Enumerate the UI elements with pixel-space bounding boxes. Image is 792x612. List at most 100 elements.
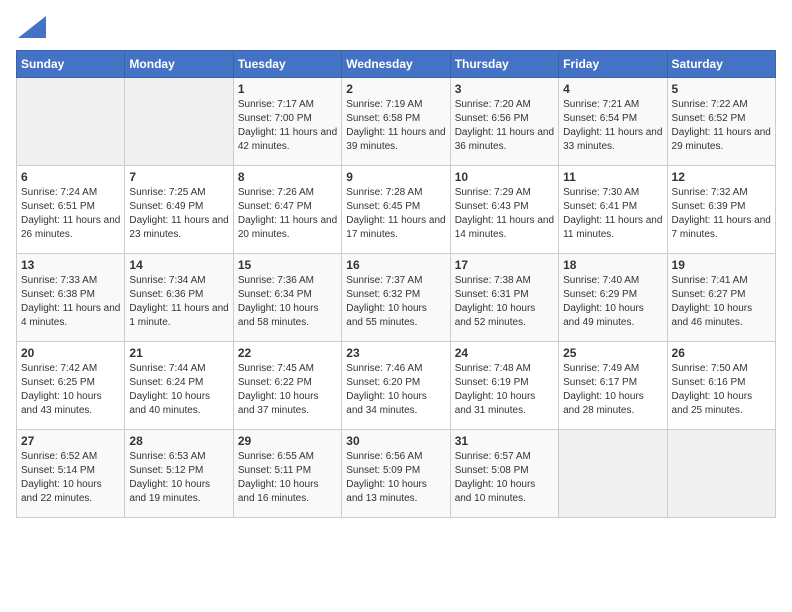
day-detail: Sunrise: 7:42 AMSunset: 6:25 PMDaylight:… <box>21 362 120 418</box>
day-detail: Sunrise: 7:40 AMSunset: 6:29 PMDaylight:… <box>563 274 662 330</box>
weekday-header-friday: Friday <box>559 51 667 78</box>
day-number: 27 <box>21 434 120 448</box>
calendar-cell: 25 Sunrise: 7:49 AMSunset: 6:17 PMDayligh… <box>559 342 667 430</box>
day-number: 4 <box>563 82 662 96</box>
day-detail: Sunrise: 7:28 AMSunset: 6:45 PMDaylight:… <box>346 186 445 242</box>
calendar-cell: 17 Sunrise: 7:38 AMSunset: 6:31 PMDayligh… <box>450 254 558 342</box>
day-detail: Sunrise: 7:41 AMSunset: 6:27 PMDaylight:… <box>672 274 771 330</box>
weekday-header-saturday: Saturday <box>667 51 775 78</box>
day-number: 7 <box>129 170 228 184</box>
day-number: 10 <box>455 170 554 184</box>
day-number: 11 <box>563 170 662 184</box>
calendar-cell: 5 Sunrise: 7:22 AMSunset: 6:52 PMDaylight… <box>667 78 775 166</box>
calendar-cell: 21 Sunrise: 7:44 AMSunset: 6:24 PMDayligh… <box>125 342 233 430</box>
day-detail: Sunrise: 7:33 AMSunset: 6:38 PMDaylight:… <box>21 274 120 330</box>
day-number: 13 <box>21 258 120 272</box>
day-number: 31 <box>455 434 554 448</box>
day-detail: Sunrise: 7:49 AMSunset: 6:17 PMDaylight:… <box>563 362 662 418</box>
day-number: 6 <box>21 170 120 184</box>
calendar-cell <box>125 78 233 166</box>
day-detail: Sunrise: 7:45 AMSunset: 6:22 PMDaylight:… <box>238 362 337 418</box>
calendar-cell: 31 Sunrise: 6:57 AMSunset: 5:08 PMDayligh… <box>450 430 558 518</box>
day-number: 3 <box>455 82 554 96</box>
calendar-week-4: 27 Sunrise: 6:52 AMSunset: 5:14 PMDayligh… <box>17 430 776 518</box>
day-detail: Sunrise: 7:34 AMSunset: 6:36 PMDaylight:… <box>129 274 228 330</box>
day-number: 12 <box>672 170 771 184</box>
day-detail: Sunrise: 7:24 AMSunset: 6:51 PMDaylight:… <box>21 186 120 242</box>
day-detail: Sunrise: 7:38 AMSunset: 6:31 PMDaylight:… <box>455 274 554 330</box>
calendar-cell: 8 Sunrise: 7:26 AMSunset: 6:47 PMDaylight… <box>233 166 341 254</box>
day-detail: Sunrise: 7:46 AMSunset: 6:20 PMDaylight:… <box>346 362 445 418</box>
day-detail: Sunrise: 7:19 AMSunset: 6:58 PMDaylight:… <box>346 98 445 154</box>
day-number: 8 <box>238 170 337 184</box>
calendar-cell: 13 Sunrise: 7:33 AMSunset: 6:38 PMDayligh… <box>17 254 125 342</box>
day-number: 24 <box>455 346 554 360</box>
calendar-cell: 28Sunrise: 6:53 AMSunset: 5:12 PMDayligh… <box>125 430 233 518</box>
day-detail: Sunrise: 6:53 AMSunset: 5:12 PMDaylight:… <box>129 450 228 506</box>
calendar-cell: 7 Sunrise: 7:25 AMSunset: 6:49 PMDaylight… <box>125 166 233 254</box>
calendar-cell: 27 Sunrise: 6:52 AMSunset: 5:14 PMDayligh… <box>17 430 125 518</box>
day-number: 26 <box>672 346 771 360</box>
calendar-cell: 12 Sunrise: 7:32 AMSunset: 6:39 PMDayligh… <box>667 166 775 254</box>
day-detail: Sunrise: 6:57 AMSunset: 5:08 PMDaylight:… <box>455 450 554 506</box>
calendar-cell: 26 Sunrise: 7:50 AMSunset: 6:16 PMDayligh… <box>667 342 775 430</box>
day-number: 30 <box>346 434 445 448</box>
day-number: 19 <box>672 258 771 272</box>
calendar-week-2: 13 Sunrise: 7:33 AMSunset: 6:38 PMDayligh… <box>17 254 776 342</box>
day-number: 25 <box>563 346 662 360</box>
calendar-cell: 3Sunrise: 7:20 AMSunset: 6:56 PMDaylight… <box>450 78 558 166</box>
calendar-cell: 18 Sunrise: 7:40 AMSunset: 6:29 PMDayligh… <box>559 254 667 342</box>
calendar-week-3: 20 Sunrise: 7:42 AMSunset: 6:25 PMDayligh… <box>17 342 776 430</box>
calendar-cell: 24 Sunrise: 7:48 AMSunset: 6:19 PMDayligh… <box>450 342 558 430</box>
calendar-cell: 16 Sunrise: 7:37 AMSunset: 6:32 PMDayligh… <box>342 254 450 342</box>
day-number: 18 <box>563 258 662 272</box>
day-detail: Sunrise: 6:52 AMSunset: 5:14 PMDaylight:… <box>21 450 120 506</box>
calendar-cell: 29Sunrise: 6:55 AMSunset: 5:11 PMDayligh… <box>233 430 341 518</box>
calendar-cell <box>17 78 125 166</box>
day-detail: Sunrise: 7:26 AMSunset: 6:47 PMDaylight:… <box>238 186 337 242</box>
calendar-header: SundayMondayTuesdayWednesdayThursdayFrid… <box>17 51 776 78</box>
weekday-header-wednesday: Wednesday <box>342 51 450 78</box>
day-detail: Sunrise: 7:37 AMSunset: 6:32 PMDaylight:… <box>346 274 445 330</box>
calendar-cell: 23Sunrise: 7:46 AMSunset: 6:20 PMDayligh… <box>342 342 450 430</box>
logo <box>16 16 46 38</box>
weekday-header-monday: Monday <box>125 51 233 78</box>
day-number: 17 <box>455 258 554 272</box>
day-number: 20 <box>21 346 120 360</box>
calendar-cell: 1Sunrise: 7:17 AMSunset: 7:00 PMDaylight… <box>233 78 341 166</box>
calendar-cell: 4 Sunrise: 7:21 AMSunset: 6:54 PMDaylight… <box>559 78 667 166</box>
calendar-cell: 2 Sunrise: 7:19 AMSunset: 6:58 PMDaylight… <box>342 78 450 166</box>
day-number: 2 <box>346 82 445 96</box>
calendar-cell: 22Sunrise: 7:45 AMSunset: 6:22 PMDayligh… <box>233 342 341 430</box>
logo-icon <box>18 16 46 38</box>
day-number: 29 <box>238 434 337 448</box>
day-detail: Sunrise: 7:25 AMSunset: 6:49 PMDaylight:… <box>129 186 228 242</box>
calendar-cell: 9Sunrise: 7:28 AMSunset: 6:45 PMDaylight… <box>342 166 450 254</box>
weekday-header-thursday: Thursday <box>450 51 558 78</box>
day-number: 16 <box>346 258 445 272</box>
calendar-cell: 6 Sunrise: 7:24 AMSunset: 6:51 PMDaylight… <box>17 166 125 254</box>
day-number: 14 <box>129 258 228 272</box>
day-detail: Sunrise: 7:32 AMSunset: 6:39 PMDaylight:… <box>672 186 771 242</box>
day-detail: Sunrise: 7:22 AMSunset: 6:52 PMDaylight:… <box>672 98 771 154</box>
calendar-cell: 19 Sunrise: 7:41 AMSunset: 6:27 PMDayligh… <box>667 254 775 342</box>
day-detail: Sunrise: 7:36 AMSunset: 6:34 PMDaylight:… <box>238 274 337 330</box>
calendar-cell: 30Sunrise: 6:56 AMSunset: 5:09 PMDayligh… <box>342 430 450 518</box>
day-number: 15 <box>238 258 337 272</box>
calendar-table: SundayMondayTuesdayWednesdayThursdayFrid… <box>16 50 776 518</box>
calendar-week-1: 6 Sunrise: 7:24 AMSunset: 6:51 PMDaylight… <box>17 166 776 254</box>
page-header <box>16 16 776 38</box>
day-detail: Sunrise: 7:48 AMSunset: 6:19 PMDaylight:… <box>455 362 554 418</box>
calendar-cell: 11Sunrise: 7:30 AMSunset: 6:41 PMDayligh… <box>559 166 667 254</box>
day-detail: Sunrise: 7:44 AMSunset: 6:24 PMDaylight:… <box>129 362 228 418</box>
calendar-body: 1Sunrise: 7:17 AMSunset: 7:00 PMDaylight… <box>17 78 776 518</box>
calendar-cell <box>667 430 775 518</box>
day-number: 1 <box>238 82 337 96</box>
day-detail: Sunrise: 7:21 AMSunset: 6:54 PMDaylight:… <box>563 98 662 154</box>
day-number: 5 <box>672 82 771 96</box>
day-detail: Sunrise: 7:29 AMSunset: 6:43 PMDaylight:… <box>455 186 554 242</box>
day-number: 21 <box>129 346 228 360</box>
calendar-cell <box>559 430 667 518</box>
day-detail: Sunrise: 7:50 AMSunset: 6:16 PMDaylight:… <box>672 362 771 418</box>
calendar-week-0: 1Sunrise: 7:17 AMSunset: 7:00 PMDaylight… <box>17 78 776 166</box>
